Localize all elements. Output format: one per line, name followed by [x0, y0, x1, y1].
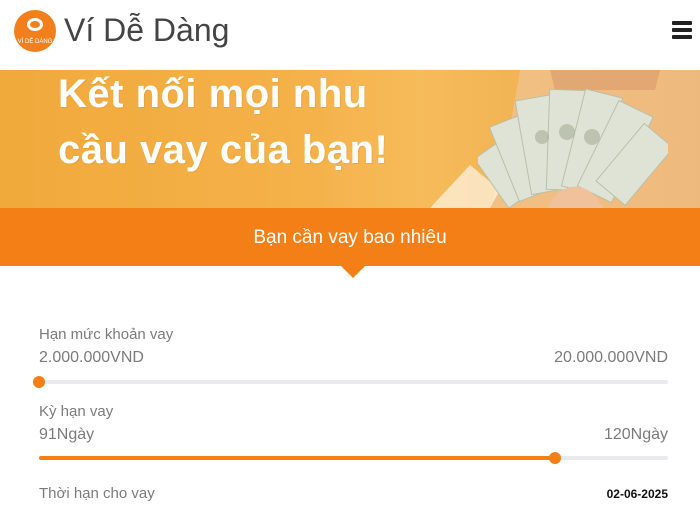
loan-amount-thumb[interactable] — [33, 376, 45, 388]
loan-deadline-label: Thời hạn cho vay — [39, 485, 155, 502]
loan-amount-min: 2.000.000VND — [39, 349, 144, 366]
promo-banner: Kết nối mọi nhu cầu vay của bạn! — [0, 70, 700, 208]
loan-term-slider[interactable] — [39, 452, 668, 464]
wallet-icon — [27, 18, 43, 31]
section-title: Bạn cần vay bao nhiêu — [253, 227, 447, 248]
section-pointer — [341, 266, 365, 278]
banner-headline-line1: Kết nối mọi nhu — [58, 72, 368, 116]
section-header: Bạn cần vay bao nhiêu — [0, 208, 700, 266]
loan-term-min: 91Ngày — [39, 426, 95, 443]
loan-term-label: Kỳ hạn vay — [39, 403, 114, 420]
app-header: VÍ DỄ DÀNG Ví Dễ Dàng — [0, 0, 700, 70]
hamburger-menu-icon[interactable] — [672, 21, 692, 39]
money-fan-image — [478, 88, 668, 208]
loan-amount-max: 20.000.000VND — [554, 349, 668, 366]
logo-text: VÍ DỄ DÀNG — [17, 39, 53, 45]
loan-deadline-date: 02-06-2025 — [606, 487, 668, 501]
loan-term-max: 120Ngày — [603, 426, 668, 443]
loan-term-thumb[interactable] — [548, 452, 561, 464]
loan-term-fill — [39, 456, 555, 460]
brand-logo[interactable]: VÍ DỄ DÀNG — [14, 10, 56, 52]
banner-headline-line2: cầu vay của bạn! — [58, 128, 389, 172]
loan-amount-slider[interactable] — [33, 376, 668, 388]
brand-name[interactable]: Ví Dễ Dàng — [64, 12, 229, 49]
loan-amount-label: Hạn mức khoản vay — [39, 326, 174, 343]
